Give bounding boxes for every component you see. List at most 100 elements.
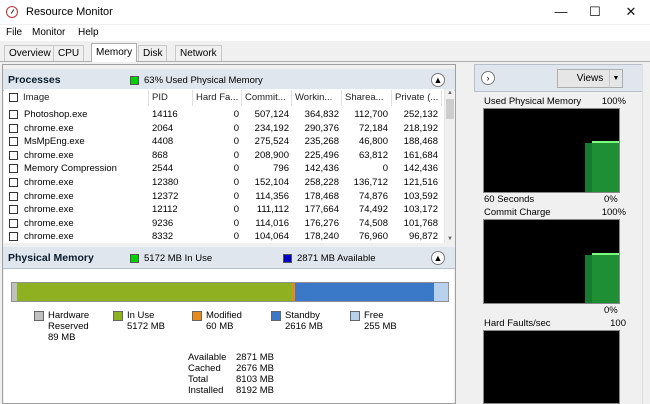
row-checkbox[interactable] — [9, 110, 18, 119]
summary-installed-label: Installed — [188, 385, 224, 396]
process-hard-faults: 0 — [233, 177, 239, 188]
expand-panel-icon[interactable]: › — [481, 71, 495, 85]
summary-total-label: Total — [188, 374, 209, 385]
process-image: chrome.exe — [24, 190, 74, 202]
graph-title-hard-faults: Hard Faults/sec — [484, 318, 551, 329]
process-working-set: 142,436 — [304, 163, 339, 175]
menu-file[interactable]: File — [6, 27, 22, 38]
tab-cpu[interactable]: CPU — [53, 45, 85, 61]
physical-memory-header[interactable]: Physical Memory 5172 MB In Use 2871 MB A… — [3, 247, 455, 269]
column-header-image[interactable]: Image — [20, 90, 149, 106]
menu-monitor[interactable]: Monitor — [32, 27, 65, 38]
process-image: chrome.exe — [24, 204, 74, 216]
process-pid: 2544 — [152, 163, 174, 175]
resource-monitor-icon — [6, 6, 18, 18]
scroll-down-icon[interactable]: ▼ — [447, 236, 453, 242]
scroll-up-icon[interactable]: ▲ — [447, 90, 453, 96]
process-hard-faults: 0 — [233, 231, 239, 243]
process-private: 103,172 — [403, 204, 438, 216]
process-shareable: 0 — [382, 163, 388, 175]
processes-collapse-icon[interactable]: ▲ — [431, 73, 445, 87]
menu-bar: File Monitor Help — [0, 25, 650, 41]
graph-current-level — [592, 141, 619, 192]
column-header-private[interactable]: Private (... — [392, 90, 442, 106]
process-pid: 12372 — [152, 190, 179, 202]
minimize-button[interactable]: — — [544, 0, 578, 24]
row-checkbox[interactable] — [9, 218, 18, 228]
row-checkbox[interactable] — [9, 123, 18, 133]
tab-memory[interactable]: Memory — [91, 43, 138, 62]
table-row[interactable]: chrome.exe 8332 0 104,064 178,240 76,960 96,87… — [4, 230, 444, 243]
processes-header[interactable]: Processes 63% Used Physical Memory ▲ — [3, 69, 455, 91]
graph-max-label: 100% — [601, 207, 626, 218]
summary-cached-value: 2676 MB — [236, 363, 275, 374]
row-checkbox[interactable] — [9, 150, 18, 160]
table-row[interactable]: chrome.exe 9236 0 114,016 176,276 74,508 101,7… — [4, 217, 444, 231]
used-memory-swatch — [130, 76, 139, 85]
row-checkbox[interactable] — [9, 137, 18, 147]
process-image: Photoshop.exe — [24, 109, 88, 120]
process-working-set: 364,832 — [304, 109, 339, 120]
process-hard-faults: 0 — [233, 136, 239, 148]
physical-memory-title: Physical Memory — [8, 252, 94, 264]
process-working-set: 225,496 — [304, 149, 339, 161]
legend-value: 60 MB — [206, 321, 234, 332]
process-private: 142,436 — [403, 163, 438, 175]
process-shareable: 72,184 — [358, 122, 388, 134]
column-header-working-set[interactable]: Workin... — [292, 90, 342, 106]
summary-installed-value: 8192 MB — [236, 385, 275, 396]
maximize-button[interactable]: ☐ — [578, 0, 612, 24]
summary-total-value: 8103 MB — [236, 374, 275, 385]
column-header-hard-faults[interactable]: Hard Fa... — [193, 90, 242, 106]
views-dropdown-icon[interactable]: ▼ — [609, 69, 623, 88]
column-header-shareable[interactable]: Sharea... — [342, 90, 392, 106]
column-header-commit[interactable]: Commit... — [242, 90, 292, 106]
row-checkbox[interactable] — [9, 178, 18, 187]
process-hard-faults: 0 — [233, 163, 239, 175]
processes-scrollbar[interactable]: ▲ ▼ — [444, 89, 454, 243]
row-checkbox[interactable] — [9, 232, 18, 242]
process-pid: 14116 — [152, 109, 178, 120]
process-image: chrome.exe — [24, 177, 74, 188]
process-working-set: 177,664 — [304, 204, 339, 216]
table-row[interactable]: chrome.exe 868 0 208,900 225,496 63,812 161,68… — [4, 149, 444, 163]
physical-memory-collapse-icon[interactable]: ▲ — [431, 251, 445, 265]
graph-current-level — [592, 253, 619, 303]
select-all-checkbox[interactable] — [9, 93, 18, 102]
tab-overview[interactable]: Overview — [4, 45, 56, 61]
close-button[interactable]: ✕ — [614, 0, 648, 24]
row-checkbox[interactable] — [9, 164, 18, 174]
process-commit: 114,356 — [255, 190, 289, 202]
process-private: 96,872 — [408, 231, 438, 243]
graph-title-commit-charge: Commit Charge — [484, 207, 551, 218]
table-row[interactable]: chrome.exe 12380 0 152,104 258,228 136,712 121… — [4, 176, 444, 190]
scroll-thumb[interactable] — [446, 99, 454, 119]
graph-panel: › Views ▼ Used Physical Memory 100% 60 S… — [474, 64, 650, 404]
tab-network[interactable]: Network — [175, 45, 222, 61]
graph-time-span-label: 60 Seconds — [484, 194, 535, 205]
table-row[interactable]: chrome.exe 2064 0 234,192 290,376 72,184 218,1… — [4, 122, 444, 136]
table-row[interactable]: MsMpEng.exe 4408 0 275,524 235,268 46,800 188,… — [4, 135, 444, 149]
menu-help[interactable]: Help — [78, 27, 99, 38]
process-private: 121,516 — [403, 177, 438, 188]
process-commit: 152,104 — [254, 177, 289, 188]
graph-panel-scrollbar[interactable] — [642, 64, 650, 404]
graph-min-label: 0% — [604, 305, 618, 316]
table-row[interactable]: chrome.exe 12372 0 114,356 178,468 74,876 103,… — [4, 190, 444, 204]
memory-segment-standby — [295, 283, 434, 301]
table-row[interactable]: chrome.exe 12112 0 111,112 177,664 74,492 103,… — [4, 203, 444, 217]
row-checkbox[interactable] — [9, 205, 18, 215]
process-pid: 9236 — [152, 217, 174, 229]
tab-disk[interactable]: Disk — [138, 45, 168, 61]
row-checkbox[interactable] — [9, 191, 18, 201]
table-row[interactable]: Memory Compression 2544 0 796 142,436 0 142,43… — [4, 162, 444, 176]
column-header-pid[interactable]: PID — [149, 90, 193, 106]
summary-cached-label: Cached — [188, 363, 221, 374]
free-legend-swatch — [350, 311, 360, 321]
process-private: 252,132 — [403, 109, 438, 120]
in-use-swatch — [130, 254, 139, 263]
table-row[interactable]: Photoshop.exe 14116 0 507,124 364,832 112,700… — [4, 108, 444, 122]
process-working-set: 290,376 — [304, 122, 339, 134]
legend-value: 89 MB — [48, 332, 76, 343]
process-private: 101,768 — [403, 217, 438, 229]
